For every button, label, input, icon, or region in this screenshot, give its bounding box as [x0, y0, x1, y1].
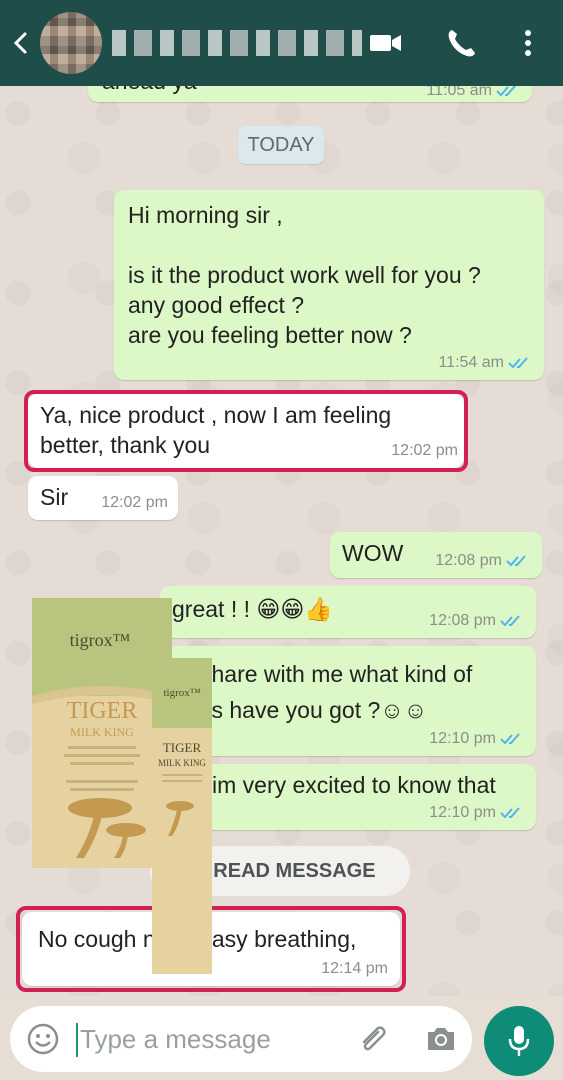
product-name-line2: MILK KING	[70, 725, 134, 739]
message-text: ahead ya	[102, 86, 197, 96]
more-options-icon[interactable]	[510, 26, 546, 60]
message-input-bar	[10, 1006, 472, 1072]
message-time: 12:08 pm	[429, 612, 496, 629]
emoji-icon[interactable]	[26, 1022, 60, 1056]
highlight-box	[24, 390, 468, 472]
message-time: 12:02 pm	[101, 494, 168, 511]
contact-name[interactable]	[112, 30, 362, 56]
text-cursor	[76, 1023, 78, 1057]
message-time: 12:10 pm	[429, 730, 496, 747]
double-check-icon	[500, 807, 520, 819]
message-text: Hi morning sir , is it the product work …	[128, 202, 481, 348]
double-check-icon	[496, 86, 516, 97]
double-check-icon	[500, 615, 520, 627]
message-bubble-outgoing[interactable]: WOW 12:08 pm	[330, 532, 542, 578]
sachet-name-line2: MILK KING	[158, 758, 206, 768]
camera-icon[interactable]	[424, 1024, 458, 1054]
product-image: tigrox™ TIGER MILK KING tigrox™ TIGER MI…	[32, 598, 212, 974]
message-bubble-previous[interactable]: ahead ya 11:05 am	[88, 86, 532, 102]
message-text: share with me what kind of lts have you …	[200, 661, 473, 723]
message-time: 11:05 am	[426, 86, 492, 99]
contact-avatar[interactable]	[40, 12, 102, 74]
message-bubble-outgoing[interactable]: Hi morning sir , is it the product work …	[114, 190, 544, 380]
product-name-line1: TIGER	[67, 698, 138, 724]
sachet-name-line1: TIGER	[163, 740, 202, 755]
message-bubble-outgoing[interactable]: im very excited to know that 12:10 pm	[160, 764, 536, 830]
double-check-icon	[506, 555, 526, 567]
message-time: 11:54 am	[438, 354, 504, 371]
message-input[interactable]	[80, 1018, 340, 1060]
microphone-icon	[508, 1026, 530, 1056]
product-brand-label: tigrox™	[70, 630, 131, 650]
date-divider: TODAY	[238, 126, 324, 164]
paperclip-icon[interactable]	[356, 1022, 390, 1056]
message-text: WOW	[342, 540, 404, 566]
message-bubble-incoming[interactable]: Sir 12:02 pm	[28, 476, 178, 520]
message-time: 12:08 pm	[435, 552, 502, 569]
double-check-icon	[500, 733, 520, 745]
message-text: im very excited to know that	[212, 772, 496, 798]
message-bubble-outgoing[interactable]: great ! ! 😁😁👍 12:08 pm	[160, 586, 536, 638]
double-check-icon	[508, 357, 528, 369]
mic-button[interactable]	[484, 1006, 554, 1076]
message-text: Sir	[40, 484, 69, 510]
back-arrow-icon[interactable]	[10, 28, 32, 58]
message-time: 12:10 pm	[429, 804, 496, 821]
message-bubble-outgoing[interactable]: share with me what kind of lts have you …	[160, 646, 536, 756]
chat-header	[0, 0, 563, 86]
sachet-brand-label: tigrox™	[163, 687, 200, 699]
chat-area: ahead ya 11:05 am TODAY Hi morning sir ,…	[0, 86, 563, 996]
video-call-icon[interactable]	[368, 26, 404, 60]
voice-call-icon[interactable]	[444, 26, 480, 60]
